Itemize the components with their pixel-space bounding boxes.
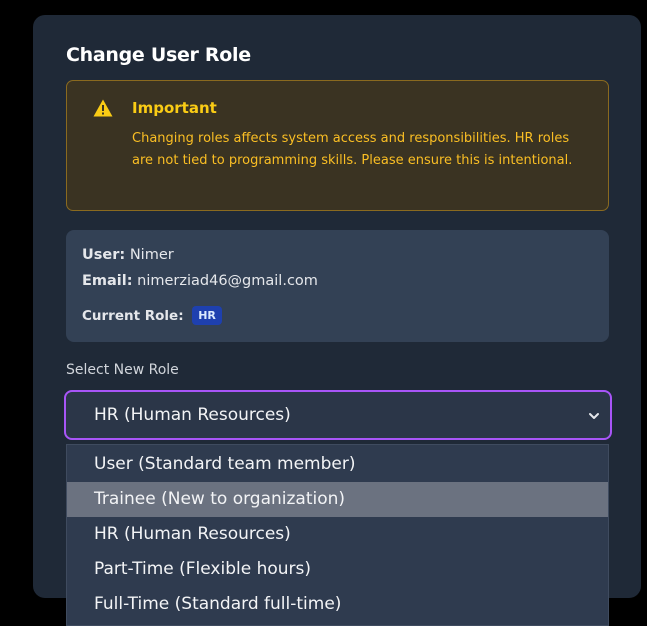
- role-option-trainee[interactable]: Trainee (New to organization): [67, 482, 608, 517]
- warning-title: Important: [132, 99, 217, 117]
- email-label: Email:: [82, 273, 133, 289]
- user-name-line: User: Nimer: [82, 247, 174, 263]
- role-dropdown-list: User (Standard team member) Trainee (New…: [66, 444, 609, 626]
- user-email-value: nimerziad46@gmail.com: [137, 273, 318, 289]
- role-option-hr[interactable]: HR (Human Resources): [67, 517, 608, 552]
- dialog-title: Change User Role: [66, 44, 251, 66]
- chevron-down-icon: [589, 413, 599, 419]
- select-role-label: Select New Role: [66, 362, 179, 378]
- role-option-full-time[interactable]: Full-Time (Standard full-time): [67, 587, 608, 622]
- current-role-line: Current Role: HR: [82, 306, 222, 325]
- warning-message: Changing roles affects system access and…: [132, 131, 573, 168]
- user-name-value: Nimer: [129, 247, 174, 263]
- user-email-line: Email: nimerziad46@gmail.com: [82, 273, 318, 289]
- current-role-label: Current Role:: [82, 308, 184, 324]
- role-badge: HR: [192, 306, 222, 325]
- role-option-part-time[interactable]: Part-Time (Flexible hours): [67, 552, 608, 587]
- role-option-user[interactable]: User (Standard team member): [67, 447, 608, 482]
- user-label: User:: [82, 247, 126, 263]
- selected-role-value: HR (Human Resources): [94, 405, 291, 425]
- warning-triangle-icon: [93, 99, 113, 117]
- role-select[interactable]: HR (Human Resources): [64, 390, 612, 440]
